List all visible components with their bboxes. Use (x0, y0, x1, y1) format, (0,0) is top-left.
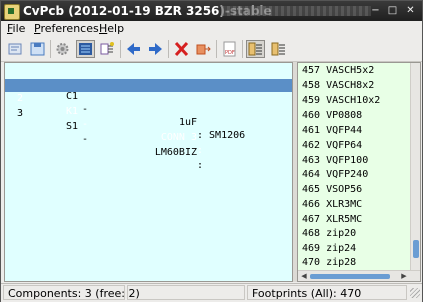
footprint-row[interactable]: 461 VQFP44 (302, 124, 362, 138)
menu-preferences[interactable]: Preferences (34, 22, 99, 35)
pdf-documentation-button[interactable]: PDF (220, 40, 239, 58)
footprint-row[interactable]: 459 VASCH10x2 (302, 94, 380, 108)
footprint-row[interactable]: 463 VQFP100 (302, 154, 368, 168)
view-footprint-button[interactable] (76, 40, 95, 58)
footprint-row[interactable]: 464 VQFP240 (302, 168, 368, 182)
configuration-icon (56, 43, 69, 55)
minimize-button[interactable]: − (369, 4, 382, 17)
close-window-button[interactable]: ✕ (404, 4, 417, 17)
scroll-right-arrow-icon[interactable]: ▶ (399, 271, 409, 281)
footprint-row[interactable]: 462 VQFP64 (302, 139, 362, 153)
status-footprints: Footprints (All): 470 (247, 285, 407, 300)
svg-text:PDF: PDF (225, 50, 235, 56)
footprint-row[interactable]: 466 XLR3MC (302, 198, 362, 212)
cvpcb-window: CvPcb (2012-01-19 BZR 3256)-stable − □ ✕… (0, 0, 423, 302)
filter-pin-count-button[interactable] (269, 40, 288, 58)
status-components: Components: 3 (free: 2) (3, 285, 140, 300)
pdf-documentation-icon: PDF (223, 41, 236, 57)
save-netlist-icon (30, 42, 45, 56)
footprints-list[interactable]: 457 VASCH5x2 458 VASCH8x2 459 VASCH10x2 … (297, 62, 421, 282)
footprint-row[interactable]: 458 VASCH8x2 (302, 79, 374, 93)
export-button[interactable] (194, 40, 213, 58)
next-component-icon (149, 43, 162, 55)
delete-associations-button[interactable] (172, 40, 191, 58)
footprints-vertical-scrollbar[interactable] (410, 63, 420, 270)
save-netlist-button[interactable] (28, 40, 47, 58)
footprint-row[interactable]: 457 VASCH5x2 (302, 64, 374, 78)
horizontal-scroll-thumb[interactable] (310, 274, 390, 279)
menu-bar: File Preferences Help (1, 21, 422, 36)
redacted-title-area (221, 6, 371, 16)
configuration-button[interactable] (53, 40, 72, 58)
filter-keywords-icon (248, 42, 262, 56)
select-library-button[interactable] (6, 40, 25, 58)
export-icon (196, 44, 211, 55)
previous-component-icon (127, 43, 140, 55)
footprint-row[interactable]: 469 zip24 (302, 242, 356, 256)
footprint-row[interactable]: 470 zip28 (302, 256, 356, 270)
filter-keywords-button[interactable] (246, 40, 265, 58)
auto-associate-icon (100, 42, 114, 55)
component-row[interactable]: 3 S1 - LM60BIZ : (5, 94, 292, 171)
filter-pin-count-icon (271, 42, 285, 56)
menu-file[interactable]: File (7, 22, 25, 35)
footprint-row[interactable]: 467 XLR5MC (302, 213, 362, 227)
title-bar[interactable]: CvPcb (2012-01-19 BZR 3256)-stable − □ ✕ (1, 1, 422, 21)
components-list[interactable]: 1 C1 - 1uF : SM1206 2 K1 - CONN 3 : 3 S1… (4, 62, 293, 282)
next-component-button[interactable] (146, 40, 165, 58)
maximize-button[interactable]: □ (386, 4, 399, 17)
component-row[interactable]: 1 C1 - 1uF : SM1206 (5, 64, 292, 141)
footprint-row[interactable]: 468 zip20 (302, 227, 356, 241)
status-bar: Components: 3 (free: 2) Footprints (All)… (1, 283, 422, 302)
component-row-selected[interactable]: 2 K1 - CONN 3 : (5, 79, 292, 156)
delete-associations-icon (174, 41, 189, 57)
footprints-horizontal-scrollbar[interactable]: ◀ ▶ (298, 270, 420, 281)
footprint-row[interactable]: 460 VP0808 (302, 109, 362, 123)
view-footprint-icon (79, 43, 92, 55)
select-library-icon (8, 43, 22, 55)
scroll-left-arrow-icon[interactable]: ◀ (299, 271, 309, 281)
menu-help[interactable]: Help (99, 22, 124, 35)
vertical-scroll-thumb[interactable] (413, 240, 419, 258)
status-middle (127, 285, 245, 300)
previous-component-button[interactable] (124, 40, 143, 58)
resize-grip-icon[interactable] (410, 288, 420, 298)
main-toolbar: PDF (1, 37, 422, 62)
auto-associate-button[interactable] (98, 40, 117, 58)
footprint-row[interactable]: 465 VSOP56 (302, 183, 362, 197)
app-icon (4, 4, 20, 20)
